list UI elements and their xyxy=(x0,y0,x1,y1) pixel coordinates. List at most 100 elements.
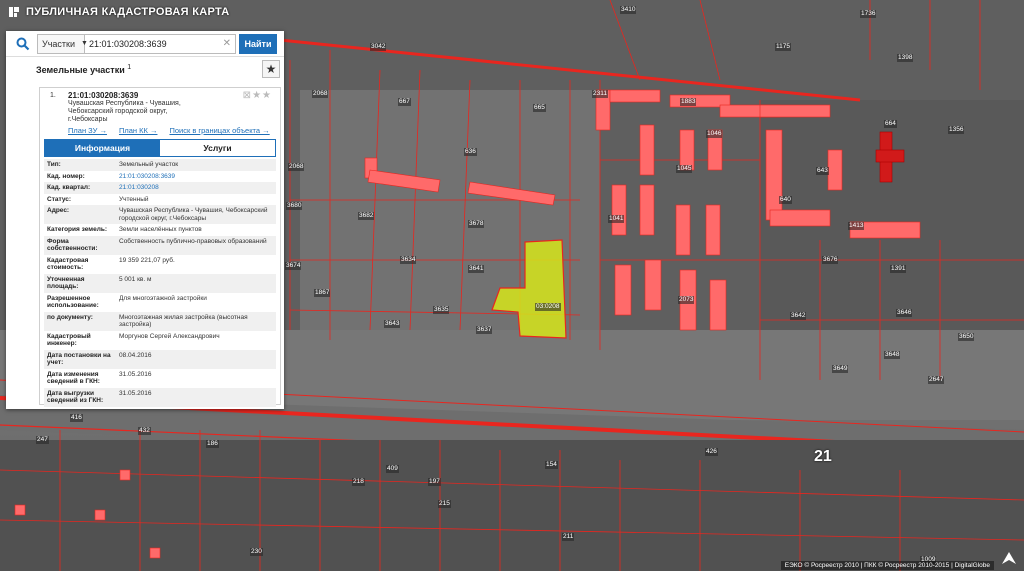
parcel-label: 1046 xyxy=(706,130,723,138)
star-icon: ★ xyxy=(265,62,277,76)
info-key: Уточненная площадь: xyxy=(44,273,116,293)
card-tabs: Информация Услуги xyxy=(44,139,276,157)
info-value: Земельный участок xyxy=(116,159,276,171)
info-value: 08.04.2016 xyxy=(116,349,276,369)
parcel-label: 2068 xyxy=(288,163,305,171)
info-key: Дата постановки на учет: xyxy=(44,349,116,369)
info-row: Разрешенное использование: Для многоэтажн… xyxy=(44,293,276,312)
info-row: Категория земель: Земли населённых пункто… xyxy=(44,224,276,236)
parcel-label: 3641 xyxy=(468,265,485,273)
plan-zu-link[interactable]: План ЗУ → xyxy=(68,126,107,135)
parcel-label: 1041 xyxy=(608,215,625,223)
star-icon[interactable]: ★ xyxy=(262,90,272,101)
info-key: по документу: xyxy=(44,311,116,331)
share-icon[interactable]: ⊠ xyxy=(243,90,252,101)
parcel-label: 3642 xyxy=(790,312,807,320)
parcel-label: 3674 xyxy=(285,262,302,270)
card-links: План ЗУ → План КК → Поиск в границах объ… xyxy=(68,126,276,135)
parcel-label: 1175 xyxy=(775,43,791,51)
search-input[interactable]: 21:01:030208:3639 ✕ xyxy=(85,33,236,54)
clear-icon[interactable]: ✕ xyxy=(223,38,231,49)
info-row: Тип: Земельный участок xyxy=(44,159,276,171)
parcel-label: 409 xyxy=(386,465,399,473)
info-key: Дата изменения сведений в ГКН: xyxy=(47,370,100,386)
favorites-button[interactable]: ★ xyxy=(262,60,280,78)
info-value: Для многоэтажной застройки xyxy=(119,294,207,302)
info-value: 5 001 кв. м xyxy=(116,273,276,293)
parcel-label: 197 xyxy=(428,478,441,486)
road-number-label: 21 xyxy=(814,448,832,465)
parcel-label: 3643 xyxy=(384,320,401,328)
info-row: Дата изменения сведений в ГКН: 31.05.2016 xyxy=(44,369,276,388)
info-row: Кад. номер: 21:01:030208:3639 xyxy=(44,171,276,183)
info-key: Кадастровый инженер: xyxy=(47,332,91,348)
parcel-label: 2311 xyxy=(592,90,608,98)
info-key: Кад. номер: xyxy=(47,172,85,180)
info-row: Форма собственности: Собственность публич… xyxy=(44,235,276,255)
parcel-label: 1356 xyxy=(948,126,965,134)
tab-info[interactable]: Информация xyxy=(45,140,160,156)
info-key: Кадастровая стоимость: xyxy=(47,256,89,272)
info-value: Учтенный xyxy=(119,195,149,203)
parcel-label: 230 xyxy=(250,548,263,556)
info-row: Кадастровая стоимость: 19 359 221,07 руб. xyxy=(44,255,276,274)
info-row: по документу: Многоэтажная жилая застройк… xyxy=(44,311,276,331)
info-table: Тип: Земельный участок Кад. номер: 21:01:03… xyxy=(44,159,276,407)
attribution: ЕЭКО © Росреестр 2010 | ПКК © Росреестр … xyxy=(780,561,994,570)
info-value: 19 359 221,07 руб. xyxy=(119,256,175,264)
parcel-label: 432 xyxy=(138,427,151,435)
search-type-select[interactable]: Участки ▼ xyxy=(37,33,88,54)
parcel-label: 3680 xyxy=(286,202,303,210)
info-value[interactable]: 21:01:030208:3639 xyxy=(116,171,276,183)
info-row: Кадастровый инженер: Моргунов Сергей Алек… xyxy=(44,331,276,350)
parcel-label: 416 xyxy=(70,414,83,422)
info-key: Форма собственности: xyxy=(44,235,116,255)
parcel-label: 3649 xyxy=(832,365,849,373)
parcel-label: 215 xyxy=(438,500,451,508)
search-type-label: Участки xyxy=(42,38,75,49)
info-value: Земли населённых пунктов xyxy=(119,226,202,233)
plan-kk-link[interactable]: План КК → xyxy=(119,126,158,135)
info-value[interactable]: 21:01:030208 xyxy=(116,182,276,194)
info-row: Кад. квартал: 21:01:030208 xyxy=(44,182,276,194)
parcel-label: 3676 xyxy=(822,256,839,264)
parcel-label: 1883 xyxy=(680,98,697,106)
card-actions: ⊠★★ xyxy=(243,90,272,101)
info-key: Категория земель: xyxy=(47,226,108,233)
parcel-label: 2647 xyxy=(928,376,945,384)
info-key: Тип: xyxy=(44,159,116,171)
parcel-label: 2073 xyxy=(678,296,695,304)
pkk-logo-icon xyxy=(9,7,19,17)
find-button[interactable]: Найти xyxy=(239,33,277,54)
info-value: Многоэтажная жилая застройка (высотная з… xyxy=(116,311,276,331)
search-query: 21:01:030208:3639 xyxy=(89,38,167,49)
parcel-label: 247 xyxy=(36,436,49,444)
info-value: 31.05.2016 xyxy=(116,387,276,407)
parcel-label: 1736 xyxy=(860,10,877,18)
parcel-label: 1045 xyxy=(676,165,693,173)
tab-services[interactable]: Услуги xyxy=(160,140,275,156)
result-card[interactable]: 1. 21:01:030208:3639 ⊠★★ Чувашская Респу… xyxy=(39,87,281,407)
info-value: 31.05.2016 xyxy=(119,370,152,378)
compass-icon xyxy=(1002,551,1016,569)
parcel-label: 154 xyxy=(545,461,558,469)
info-key: Кад. квартал: xyxy=(44,182,116,194)
info-row: Дата выгрузки сведений из ГКН: 31.05.2016 xyxy=(44,387,276,407)
info-key: Адрес: xyxy=(44,205,116,224)
app-title: ПУБЛИЧНАЯ КАДАСТРОВАЯ КАРТА xyxy=(26,6,230,18)
search-icon xyxy=(16,37,30,50)
parcel-label: 3635 xyxy=(433,306,450,314)
result-number: 1. xyxy=(50,92,56,99)
search-panel: Участки ▼ 21:01:030208:3639 ✕ Найти Земе… xyxy=(6,31,284,409)
results-header: Земельные участки 1 ★ xyxy=(6,57,284,81)
parcel-label: 3648 xyxy=(884,351,901,359)
card-header: 1. 21:01:030208:3639 ⊠★★ Чувашская Респу… xyxy=(40,88,280,135)
parcel-label: 2068 xyxy=(312,90,329,98)
parcel-label: 3637 xyxy=(476,326,493,334)
results-title-text: Земельные участки xyxy=(36,64,125,75)
star-icon[interactable]: ★ xyxy=(252,90,262,101)
info-value: Собственность публично-правовых образова… xyxy=(116,235,276,255)
parcel-label: 3646 xyxy=(896,309,913,317)
search-in-bounds-link[interactable]: Поиск в границах объекта → xyxy=(169,126,269,135)
search-toggle-button[interactable] xyxy=(9,33,37,55)
